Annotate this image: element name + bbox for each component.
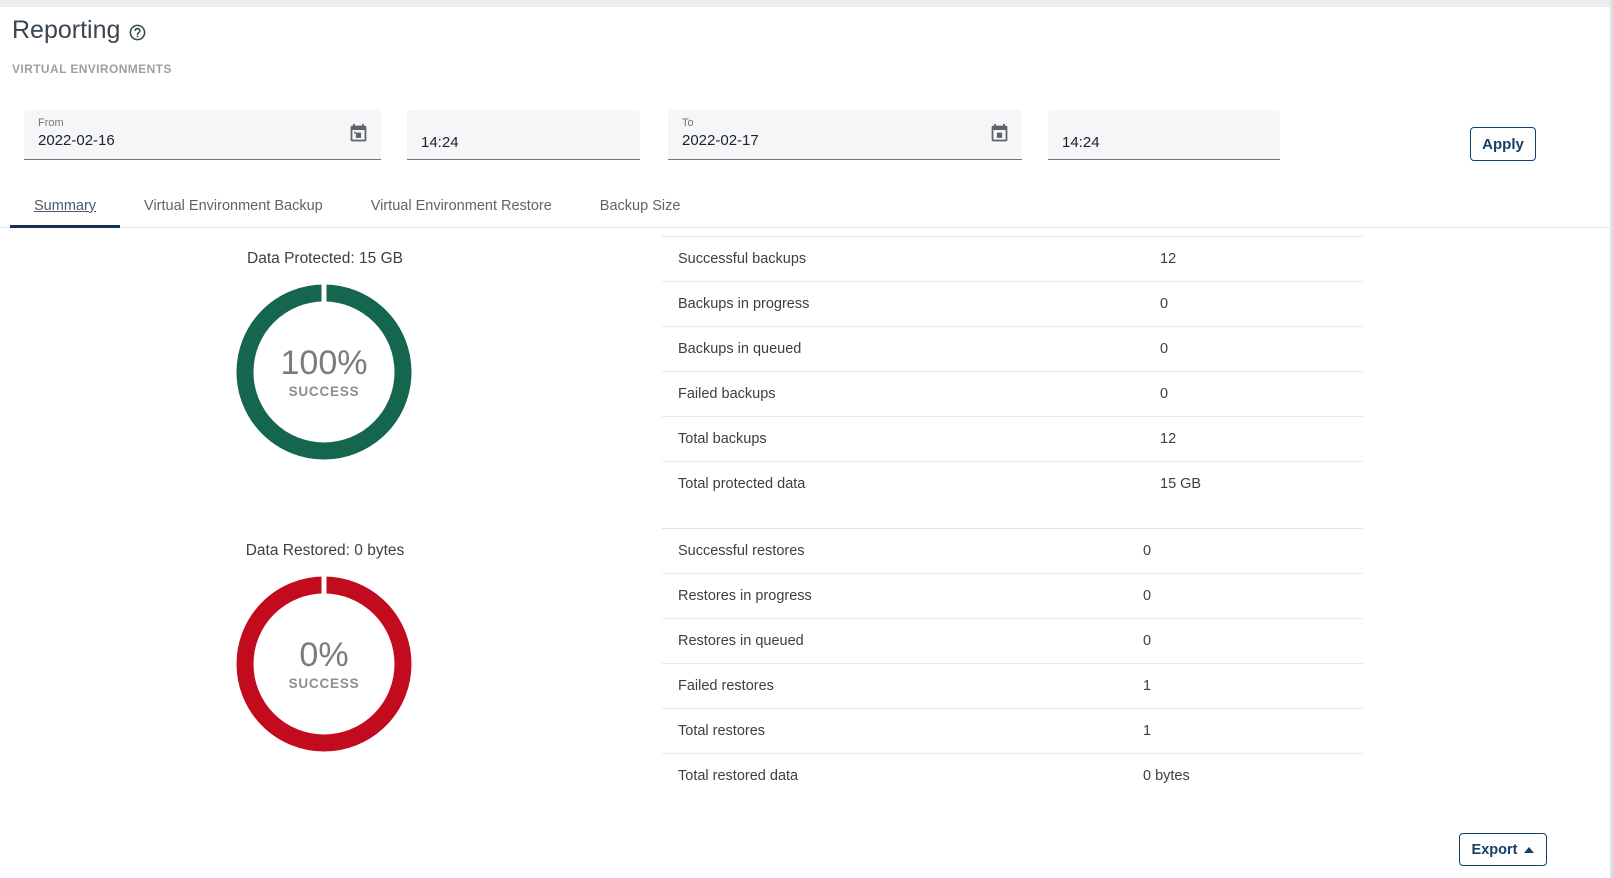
to-date-field[interactable]: To 2022-02-17: [668, 110, 1022, 160]
export-label: Export: [1472, 842, 1518, 858]
row-value: 0: [1143, 586, 1151, 607]
page-header: Reporting: [12, 16, 147, 45]
row-label: Failed restores: [662, 676, 1143, 697]
table-row: Restores in queued0: [662, 619, 1363, 664]
row-label: Restores in progress: [662, 586, 1143, 607]
data-restored-title: Data Restored: 0 bytes: [0, 542, 650, 560]
report-tabs: Summary Virtual Environment Backup Virtu…: [0, 185, 1613, 228]
table-row: Successful restores0: [662, 529, 1363, 574]
row-value: 1: [1143, 676, 1151, 697]
to-date-value: 2022-02-17: [682, 130, 1010, 152]
row-label: Total restored data: [662, 766, 1143, 787]
row-label: Restores in queued: [662, 631, 1143, 652]
restore-summary-table: Successful restores0Restores in progress…: [662, 528, 1363, 799]
export-button[interactable]: Export: [1459, 833, 1547, 866]
row-value: 0 bytes: [1143, 766, 1190, 787]
table-row: Total restores1: [662, 709, 1363, 754]
calendar-icon: [348, 123, 369, 144]
tab-backup-size[interactable]: Backup Size: [576, 185, 705, 227]
row-label: Successful backups: [662, 249, 1160, 270]
table-row: Total backups12: [662, 417, 1363, 462]
row-value: 0: [1160, 294, 1168, 315]
row-value: 1: [1143, 721, 1151, 742]
row-label: Failed backups: [662, 384, 1160, 405]
row-value: 15 GB: [1160, 474, 1201, 495]
row-label: Total backups: [662, 429, 1160, 450]
tab-summary[interactable]: Summary: [10, 185, 120, 227]
table-row: Total protected data15 GB: [662, 462, 1363, 528]
row-value: 0: [1143, 631, 1151, 652]
window-top-edge: [0, 0, 1613, 7]
data-protected-title: Data Protected: 15 GB: [0, 250, 650, 268]
backup-summary-table: Successful backups12Backups in progress0…: [662, 236, 1363, 528]
row-value: 12: [1160, 429, 1176, 450]
row-value: 0: [1143, 541, 1151, 562]
to-date-label: To: [682, 117, 1010, 130]
row-label: Total protected data: [662, 474, 1160, 495]
table-row: Backups in queued0: [662, 327, 1363, 372]
from-date-field[interactable]: From 2022-02-16: [24, 110, 381, 160]
row-label: Successful restores: [662, 541, 1143, 562]
help-circle-icon: [128, 23, 147, 42]
from-calendar-button[interactable]: [347, 123, 369, 145]
page-title: Reporting: [12, 16, 120, 45]
data-restored-donut-chart: 0% SUCCESS: [236, 576, 412, 752]
row-value: 0: [1160, 339, 1168, 360]
date-filter-bar: From 2022-02-16 14:24 To 2022-02-17: [24, 110, 1613, 165]
calendar-icon: [989, 123, 1010, 144]
table-row: Total restored data0 bytes: [662, 754, 1363, 799]
reporting-page: Reporting VIRTUAL ENVIRONMENTS From 2022…: [0, 0, 1613, 878]
row-value: 0: [1160, 384, 1168, 405]
tab-virtual-environment-backup[interactable]: Virtual Environment Backup: [120, 185, 347, 227]
from-time-field[interactable]: 14:24: [407, 110, 640, 160]
from-date-label: From: [38, 117, 369, 130]
from-time-value: 14:24: [421, 134, 459, 151]
to-calendar-button[interactable]: [988, 123, 1010, 145]
table-row: Failed restores1: [662, 664, 1363, 709]
donut-ring: [236, 284, 412, 460]
table-row: Backups in progress0: [662, 282, 1363, 327]
row-label: Backups in progress: [662, 294, 1160, 315]
table-row: Successful backups12: [662, 237, 1363, 282]
row-value: 12: [1160, 249, 1176, 270]
row-label: Total restores: [662, 721, 1143, 742]
section-label: VIRTUAL ENVIRONMENTS: [12, 62, 172, 76]
to-time-field[interactable]: 14:24: [1048, 110, 1280, 160]
data-protected-donut-chart: 100% SUCCESS: [236, 284, 412, 460]
row-label: Backups in queued: [662, 339, 1160, 360]
caret-up-icon: [1524, 847, 1534, 853]
donut-ring: [236, 576, 412, 752]
from-date-value: 2022-02-16: [38, 130, 369, 152]
apply-button[interactable]: Apply: [1470, 127, 1536, 161]
summary-tables: Successful backups12Backups in progress0…: [662, 236, 1363, 799]
to-time-value: 14:24: [1062, 134, 1100, 151]
table-row: Failed backups0: [662, 372, 1363, 417]
help-icon[interactable]: [128, 23, 147, 42]
table-row: Restores in progress0: [662, 574, 1363, 619]
tab-virtual-environment-restore[interactable]: Virtual Environment Restore: [347, 185, 576, 227]
